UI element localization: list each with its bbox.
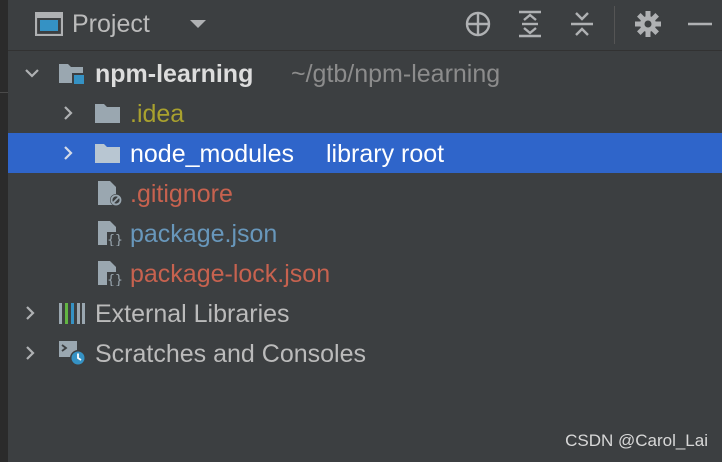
project-view-icon xyxy=(35,12,63,36)
file-label: package-lock.json xyxy=(130,260,331,288)
locate-icon[interactable] xyxy=(464,10,492,38)
ignored-file-icon xyxy=(98,181,122,206)
minimize-icon[interactable] xyxy=(686,10,714,38)
tree-row-scratches[interactable]: Scratches and Consoles xyxy=(8,333,722,373)
dropdown-arrow-icon[interactable] xyxy=(188,16,208,32)
library-root-label: library root xyxy=(326,140,445,168)
tree-row-external-libraries[interactable]: External Libraries xyxy=(8,293,722,333)
project-title[interactable]: Project xyxy=(72,9,150,39)
svg-text:{}: {} xyxy=(107,273,123,286)
json-file-icon: {} xyxy=(98,221,123,246)
tree-row-root[interactable]: npm-learning ~/gtb/npm-learning xyxy=(8,53,722,93)
chevron-right-icon[interactable] xyxy=(60,145,76,161)
external-libraries-label: External Libraries xyxy=(95,300,290,328)
json-file-icon: {} xyxy=(98,261,123,286)
chevron-right-icon[interactable] xyxy=(22,305,38,321)
gear-icon[interactable] xyxy=(634,10,662,38)
module-folder-icon xyxy=(59,64,85,85)
scratches-icon xyxy=(59,341,86,366)
left-gutter xyxy=(0,0,8,462)
chevron-right-icon[interactable] xyxy=(60,105,76,121)
folder-label: node_modules xyxy=(130,140,295,168)
gutter-divider xyxy=(0,92,8,93)
project-header: Project xyxy=(8,0,722,51)
tree-row-node-modules[interactable]: node_modules library root xyxy=(8,133,722,173)
watermark: CSDN @Carol_Lai xyxy=(565,431,708,450)
toolbar-separator xyxy=(614,6,615,44)
project-tool-window: Project npm-learning ~/gtb/npm-learning … xyxy=(0,0,722,462)
file-label: package.json xyxy=(130,220,278,248)
external-libraries-icon xyxy=(59,303,85,324)
root-path: ~/gtb/npm-learning xyxy=(291,60,501,88)
collapse-all-icon[interactable] xyxy=(568,10,596,38)
tree-row-package-json[interactable]: {} package.json xyxy=(8,213,722,253)
tree-row-package-lock-json[interactable]: {} package-lock.json xyxy=(8,253,722,293)
scratches-label: Scratches and Consoles xyxy=(95,340,366,368)
folder-icon xyxy=(95,104,120,123)
tree-row-idea[interactable]: .idea xyxy=(8,93,722,133)
tree-row-gitignore[interactable]: .gitignore xyxy=(8,173,722,213)
chevron-down-icon[interactable] xyxy=(24,65,40,81)
folder-icon xyxy=(95,144,120,163)
svg-text:{}: {} xyxy=(107,233,123,246)
chevron-right-icon[interactable] xyxy=(22,345,38,361)
expand-all-icon[interactable] xyxy=(516,10,544,38)
folder-label: .idea xyxy=(130,100,185,128)
file-label: .gitignore xyxy=(130,180,233,208)
root-name: npm-learning xyxy=(95,60,254,88)
